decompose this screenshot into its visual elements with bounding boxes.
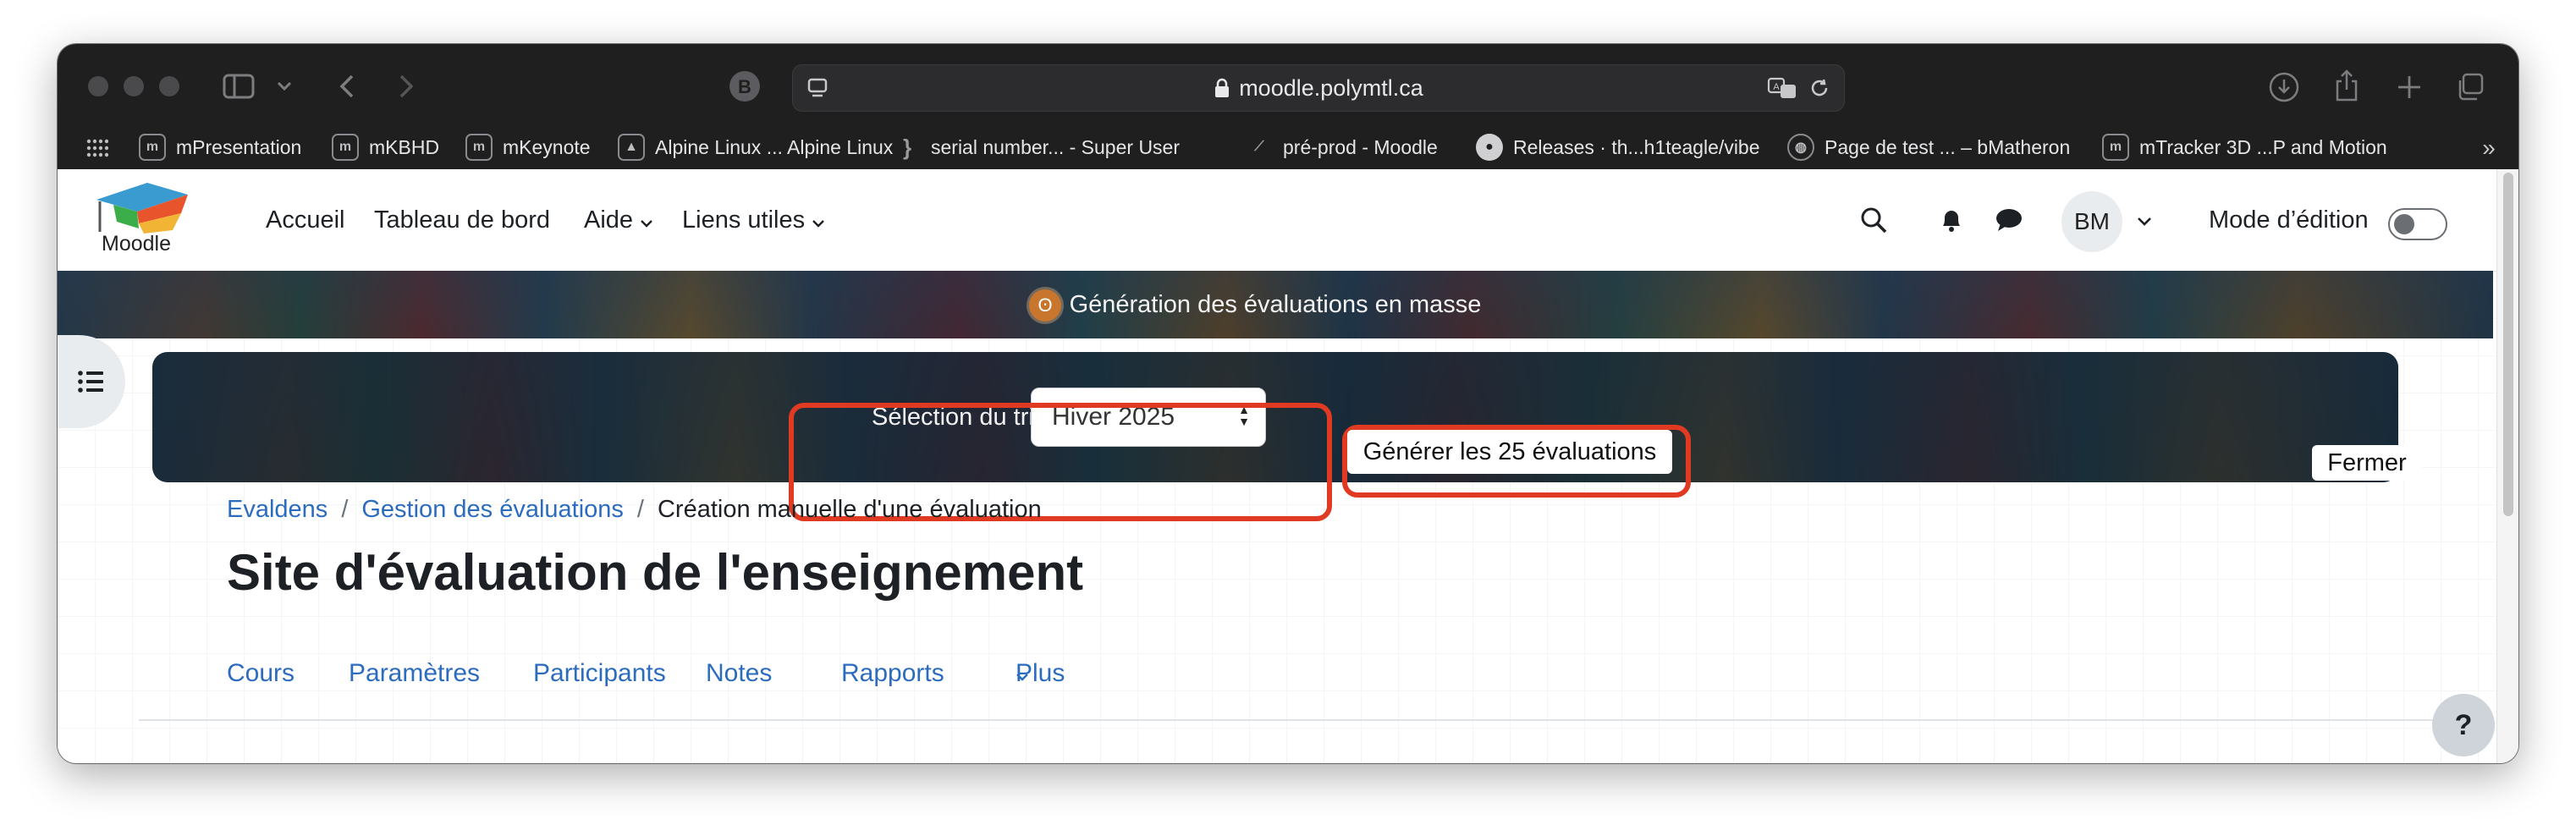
tab-plus[interactable]: Plus <box>1016 648 1065 699</box>
reload-icon[interactable] <box>1807 75 1832 101</box>
url-label: moodle.polymtl.ca <box>1239 75 1423 101</box>
nav-accueil[interactable]: Accueil <box>266 169 345 271</box>
extension-b-icon[interactable]: B <box>728 69 762 103</box>
secondary-nav-divider <box>139 719 2468 721</box>
chevron-down-icon[interactable] <box>274 74 294 98</box>
browser-toolbar: B moodle.polymtl.ca A m mPresentation m … <box>58 44 2518 169</box>
bookmark-label: mKeynote <box>503 135 591 158</box>
forward-arrow-icon[interactable] <box>389 69 423 103</box>
edit-mode-label: Mode d’édition <box>2209 206 2369 234</box>
scrollbar[interactable] <box>2496 169 2518 763</box>
nav-liens-utiles-label: Liens utiles <box>682 206 806 234</box>
bookmark-item[interactable]: m mTracker 3D ...P and Motion <box>2102 125 2387 169</box>
bookmark-item[interactable]: m mKBHD <box>332 125 439 169</box>
chevron-down-icon <box>641 220 652 228</box>
breadcrumb: Evaldens / Gestion des évaluations / Créatio… <box>227 482 1042 536</box>
close-window-button[interactable] <box>88 76 108 96</box>
tab-cours[interactable]: Cours <box>227 648 294 699</box>
graduation-cap-icon <box>96 183 188 234</box>
bookmark-label: mKBHD <box>369 135 440 158</box>
url-text: moodle.polymtl.ca <box>793 65 1844 111</box>
breadcrumb-gestion[interactable]: Gestion des évaluations <box>361 496 624 523</box>
alpine-icon: ▲ <box>618 134 645 161</box>
tab-notes[interactable]: Notes <box>706 648 772 699</box>
bookmark-label: pré-prod - Moodle <box>1283 135 1438 158</box>
moodle-icon: m <box>465 134 493 161</box>
nav-tableau-de-bord[interactable]: Tableau de bord <box>374 169 550 271</box>
moodle-icon: m <box>332 134 359 161</box>
svg-text:A: A <box>1773 82 1780 92</box>
scrollbar-thumb[interactable] <box>2503 173 2513 516</box>
bookmark-item[interactable]: ◍ Page de test ... – bMatheron <box>1787 125 2070 169</box>
moodle-navbar: Moodle Accueil Tableau de bord Aide Lien… <box>58 169 2496 272</box>
github-icon: ● <box>1476 134 1503 161</box>
generate-evaluations-button[interactable]: Générer les 25 évaluations <box>1347 430 1672 474</box>
moodle-logo[interactable]: Moodle <box>88 176 190 266</box>
tab-participants[interactable]: Participants <box>533 648 666 699</box>
user-menu-chevron-icon[interactable] <box>2134 213 2155 230</box>
nav-aide-label: Aide <box>584 206 634 234</box>
bookmark-label: mTracker 3D ...P and Motion <box>2139 135 2387 158</box>
bookmark-label: Releases · th...h1teagle/vibe <box>1513 135 1760 158</box>
bookmark-label: mPresentation <box>176 135 302 158</box>
breadcrumb-separator: / <box>341 496 349 523</box>
sidebar-toggle-icon[interactable] <box>222 71 256 102</box>
zoom-window-button[interactable] <box>159 76 179 96</box>
tab-overview-icon[interactable] <box>2452 69 2488 105</box>
close-button[interactable]: Fermer <box>2312 445 2422 481</box>
bookmark-item[interactable]: m mPresentation <box>139 125 301 169</box>
breadcrumb-separator: / <box>636 496 644 523</box>
downloads-icon[interactable] <box>2266 69 2302 105</box>
back-arrow-icon[interactable] <box>330 69 364 103</box>
breadcrumb-evaldens[interactable]: Evaldens <box>227 496 328 523</box>
bookmark-item[interactable]: ⟋ pré-prod - Moodle <box>1246 125 1438 169</box>
address-bar[interactable]: moodle.polymtl.ca A <box>792 64 1845 112</box>
apps-grid-icon[interactable] <box>85 135 110 161</box>
tab-rapports[interactable]: Rapports <box>841 648 944 699</box>
messages-icon[interactable] <box>1994 206 2024 234</box>
notice-banner: ʘ Génération des évaluations en masse <box>58 271 2493 338</box>
avatar[interactable]: BM <box>2061 191 2122 252</box>
feather-icon: ⟋ <box>1254 140 1264 154</box>
globe-icon: ◍ <box>1787 134 1814 161</box>
bookmark-item[interactable]: } serial number... - Super User <box>894 125 1180 169</box>
nav-liens-utiles[interactable]: Liens utiles <box>682 169 825 271</box>
bookmark-label: Alpine Linux ... Alpine Linux <box>655 135 894 158</box>
bookmark-item[interactable]: m mKeynote <box>465 125 591 169</box>
tab-parametres[interactable]: Paramètres <box>349 648 480 699</box>
notifications-bell-icon[interactable] <box>1938 206 1965 234</box>
share-icon[interactable] <box>2329 66 2364 105</box>
help-button[interactable]: ? <box>2432 694 2495 756</box>
lock-icon <box>1215 78 1230 97</box>
chevron-down-icon <box>812 220 825 228</box>
translate-icon[interactable]: A <box>1766 75 1800 101</box>
minimize-window-button[interactable] <box>124 76 144 96</box>
bookmark-item[interactable]: ▲ Alpine Linux ... Alpine Linux <box>618 125 893 169</box>
moodle-icon: m <box>2102 134 2129 161</box>
bookmark-item[interactable]: ● Releases · th...h1teagle/vibe <box>1476 125 1760 169</box>
breadcrumb-current: Création manuelle d'une évaluation <box>657 496 1042 523</box>
bookmark-label: serial number... - Super User <box>931 135 1181 158</box>
page: Moodle Accueil Tableau de bord Aide Lien… <box>58 169 2518 763</box>
bookmarks-bar: m mPresentation m mKBHD m mKeynote ▲ Alpine … <box>58 125 2518 169</box>
page-title: Site d'évaluation de l'enseignement <box>227 544 1084 601</box>
nav-aide[interactable]: Aide <box>584 169 653 271</box>
bookmark-label: Page de test ... – bMatheron <box>1825 135 2071 158</box>
edit-mode-toggle[interactable] <box>2388 208 2447 240</box>
tab-plus-label: Plus <box>1016 659 1065 687</box>
svg-text:B: B <box>738 76 751 97</box>
new-tab-icon[interactable] <box>2392 69 2427 105</box>
browser-window: B moodle.polymtl.ca A m mPresentation m … <box>58 44 2518 763</box>
bookmarks-overflow-icon[interactable]: » <box>2476 135 2502 161</box>
search-icon[interactable] <box>1858 205 1889 235</box>
moodle-icon: m <box>139 134 166 161</box>
logo-text: Moodle <box>102 232 171 256</box>
notice-text: Génération des évaluations en masse <box>1069 291 1482 318</box>
list-icon <box>78 371 103 393</box>
superuser-icon: } <box>902 134 912 160</box>
